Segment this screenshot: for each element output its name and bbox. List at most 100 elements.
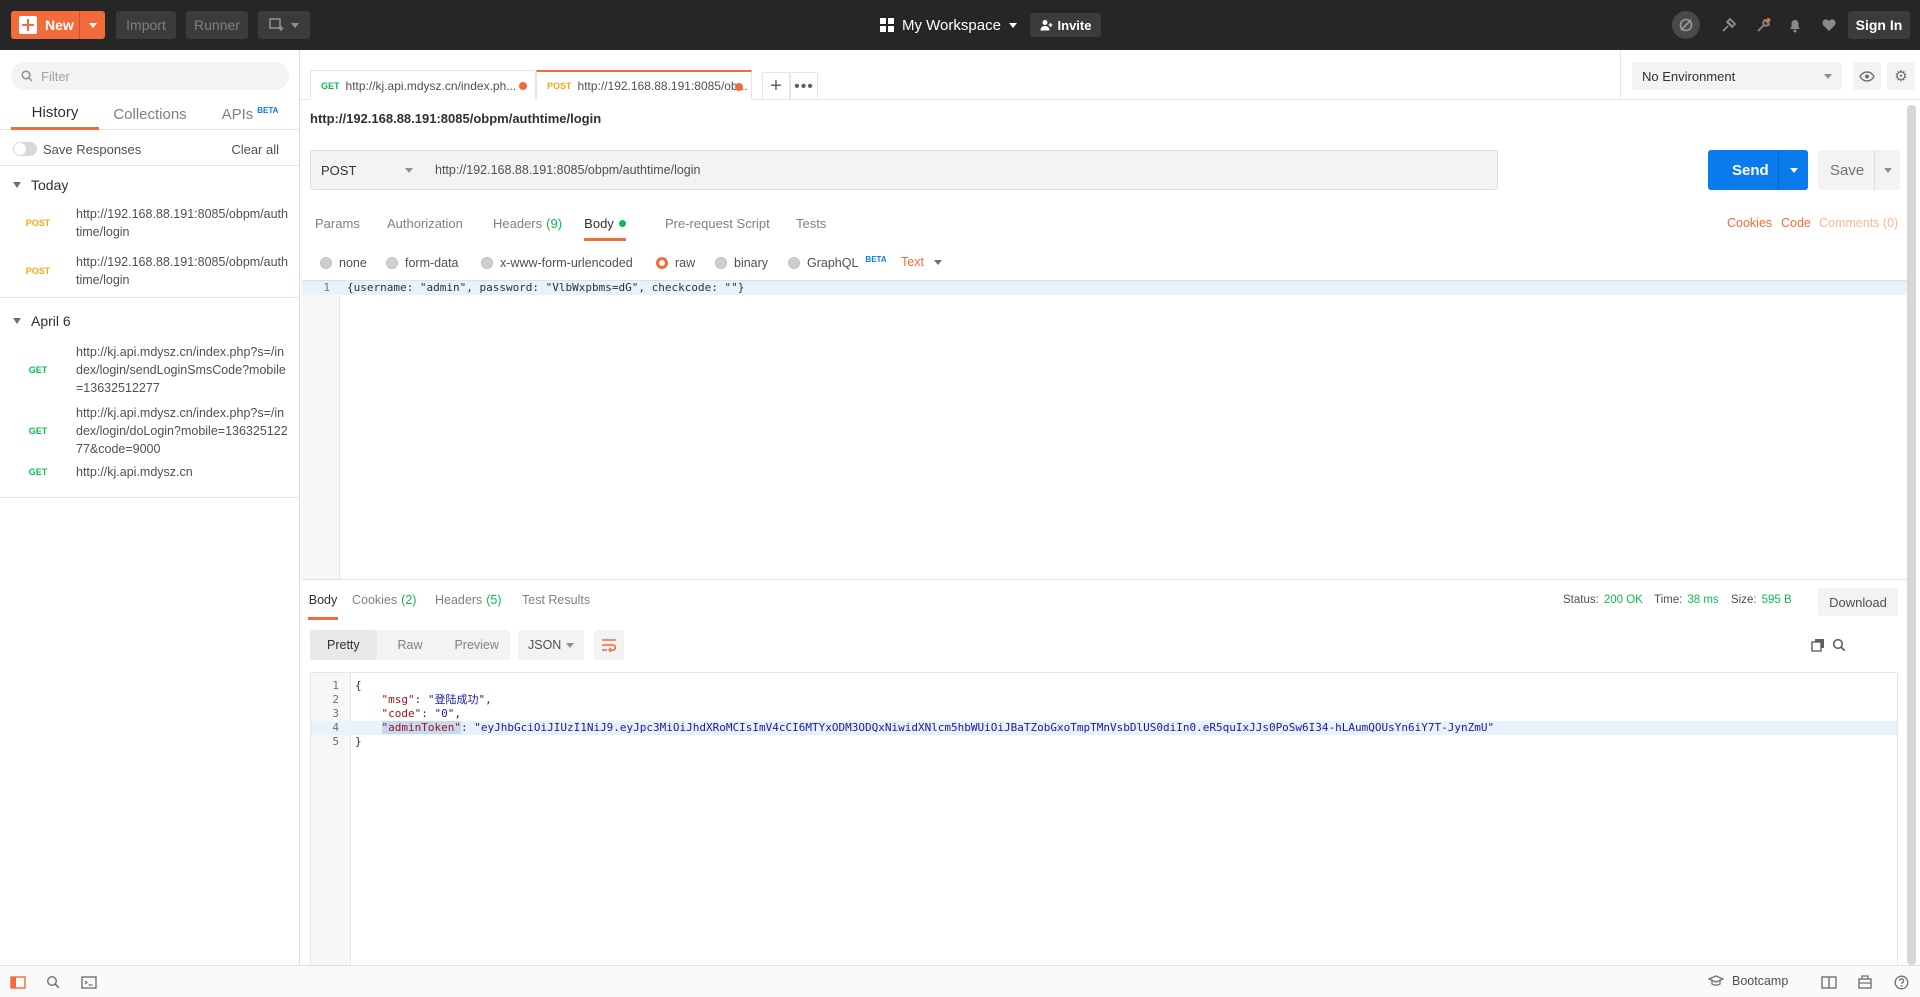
bootcamp-icon xyxy=(1708,975,1724,986)
send-button[interactable]: Send xyxy=(1708,150,1808,190)
body-type-graphql[interactable]: GraphQL BETA xyxy=(788,255,887,271)
request-tab[interactable]: GET http://kj.api.mdysz.cn/index.ph... xyxy=(310,70,536,100)
interceptor-icon[interactable] xyxy=(1717,13,1741,37)
tab-response-body[interactable]: Body xyxy=(308,580,338,620)
code-text: "adminToken": "eyJhbGciOiJIUzI1NiJ9.eyJp… xyxy=(381,721,1495,734)
main-panel: GET http://kj.api.mdysz.cn/index.ph... P… xyxy=(300,50,1920,966)
response-view-switcher: Pretty Raw Preview xyxy=(310,630,510,660)
history-item[interactable]: GET http://kj.api.mdysz.cn/index.php?s=/… xyxy=(0,404,299,458)
new-button[interactable]: New xyxy=(11,11,105,39)
tab-headers[interactable]: Headers (9) xyxy=(493,205,562,241)
radio-label: x-www-form-urlencoded xyxy=(500,256,633,270)
main-scrollbar[interactable] xyxy=(1907,105,1916,965)
two-pane-view-icon[interactable] xyxy=(1820,974,1838,990)
history-item[interactable]: POST http://192.168.88.191:8085/obpm/aut… xyxy=(0,253,299,289)
editor-line: 1 {username: "admin", password: "VlbWxpb… xyxy=(302,281,1908,295)
copy-icon[interactable] xyxy=(1809,636,1827,654)
history-item[interactable]: GET http://kj.api.mdysz.cn/index.php?s=/… xyxy=(0,343,299,397)
sign-in-button[interactable]: Sign In xyxy=(1848,11,1910,39)
code-link[interactable]: Code xyxy=(1781,205,1811,241)
workspace-switcher[interactable]: My Workspace xyxy=(880,11,1017,39)
cookies-link[interactable]: Cookies xyxy=(1727,205,1772,241)
console-icon[interactable] xyxy=(80,974,98,990)
radio-label: raw xyxy=(675,256,696,270)
view-preview[interactable]: Preview xyxy=(443,630,510,660)
history-group-today[interactable]: Today xyxy=(0,170,299,200)
tab-body[interactable]: Body xyxy=(584,205,626,241)
radio-icon xyxy=(715,257,727,269)
runner-button[interactable]: Runner xyxy=(186,11,248,39)
response-body-viewer[interactable]: 1 { 2 "msg": "登陆成功", 3 "code": "0", 4 "a… xyxy=(310,672,1898,966)
save-responses-label: Save Responses xyxy=(43,142,142,157)
import-button[interactable]: Import xyxy=(116,11,176,39)
add-tab-button[interactable]: + xyxy=(762,72,790,100)
tab-response-headers[interactable]: Headers (5) xyxy=(435,580,502,620)
find-icon[interactable] xyxy=(44,974,62,990)
tab-pre-request-script[interactable]: Pre-request Script xyxy=(665,205,770,241)
line-number: 2 xyxy=(332,693,339,706)
line-number: 4 xyxy=(332,721,339,734)
radio-selected-icon xyxy=(656,257,668,269)
environment-quick-look-button[interactable] xyxy=(1853,62,1881,90)
body-type-urlencoded[interactable]: x-www-form-urlencoded xyxy=(481,255,633,271)
filter-input[interactable] xyxy=(41,68,261,84)
json-key: "msg" xyxy=(381,693,415,706)
comments-link[interactable]: Comments (0) xyxy=(1819,205,1898,241)
tab-tests[interactable]: Tests xyxy=(796,205,826,241)
wrap-lines-icon xyxy=(602,639,617,652)
sidebar: History Collections APIsBETA Save Respon… xyxy=(0,50,300,965)
body-type-binary[interactable]: binary xyxy=(715,255,768,271)
wrap-lines-button[interactable] xyxy=(594,630,624,660)
scrollbar-thumb[interactable] xyxy=(1907,105,1916,965)
view-pretty[interactable]: Pretty xyxy=(310,630,377,660)
request-tab-label: http://kj.api.mdysz.cn/index.ph... xyxy=(345,78,517,93)
response-tabs: Body Cookies (2) Headers (5) Test Results … xyxy=(300,580,1920,620)
url-input[interactable] xyxy=(425,150,1498,190)
sync-off-icon[interactable] xyxy=(1672,11,1700,39)
code-line: 5 } xyxy=(311,735,1897,749)
tab-apis[interactable]: APIs BETA xyxy=(210,98,290,130)
invite-button[interactable]: Invite xyxy=(1030,13,1101,37)
save-button[interactable]: Save xyxy=(1818,150,1900,190)
save-responses-toggle[interactable] xyxy=(13,142,37,156)
heart-icon[interactable] xyxy=(1817,13,1841,37)
environment-select[interactable]: No Environment xyxy=(1632,62,1842,90)
new-dropdown-button[interactable] xyxy=(79,11,105,39)
tab-collections[interactable]: Collections xyxy=(106,98,194,130)
body-type-form-data[interactable]: form-data xyxy=(386,255,459,271)
request-body-editor[interactable]: 1 {username: "admin", password: "VlbWxpb… xyxy=(302,280,1908,580)
help-icon[interactable] xyxy=(1892,974,1910,990)
method-select[interactable]: POST xyxy=(310,150,426,190)
tab-options-button[interactable]: ••• xyxy=(790,72,818,100)
settings-wrench-icon[interactable] xyxy=(1752,13,1776,37)
history-group-april-6[interactable]: April 6 xyxy=(0,306,299,336)
send-dropdown-button[interactable] xyxy=(1778,150,1808,190)
toggle-sidebar-icon[interactable] xyxy=(9,974,27,990)
filter-box xyxy=(11,62,289,90)
tab-history[interactable]: History xyxy=(11,98,99,130)
request-tab-active[interactable]: POST http://192.168.88.191:8085/ob... xyxy=(536,70,752,100)
response-format-select[interactable]: JSON xyxy=(518,630,584,660)
more-icon: ••• xyxy=(794,77,814,95)
clear-all-button[interactable]: Clear all xyxy=(231,142,279,157)
search-icon[interactable] xyxy=(1830,636,1848,654)
raw-format-select[interactable]: Text xyxy=(901,255,942,269)
download-button[interactable]: Download xyxy=(1818,588,1898,616)
tab-params[interactable]: Params xyxy=(315,205,360,241)
manage-environments-button[interactable]: ⚙ xyxy=(1887,62,1915,90)
body-type-none[interactable]: none xyxy=(320,255,367,271)
view-raw[interactable]: Raw xyxy=(377,630,444,660)
tab-response-cookies[interactable]: Cookies (2) xyxy=(352,580,416,620)
bell-icon[interactable] xyxy=(1783,13,1807,37)
tab-authorization[interactable]: Authorization xyxy=(387,205,463,241)
chevron-down-icon xyxy=(88,22,97,28)
tab-test-results[interactable]: Test Results xyxy=(522,580,590,620)
bootcamp-button[interactable]: Bootcamp xyxy=(1708,974,1788,988)
body-type-raw[interactable]: raw xyxy=(656,255,695,271)
browse-mode-icon[interactable] xyxy=(1856,974,1874,990)
history-item[interactable]: GET http://kj.api.mdysz.cn xyxy=(0,463,299,481)
divider xyxy=(0,297,299,298)
new-window-button[interactable] xyxy=(258,11,310,39)
history-item[interactable]: POST http://192.168.88.191:8085/obpm/aut… xyxy=(0,205,299,241)
save-dropdown-button[interactable] xyxy=(1874,150,1900,190)
